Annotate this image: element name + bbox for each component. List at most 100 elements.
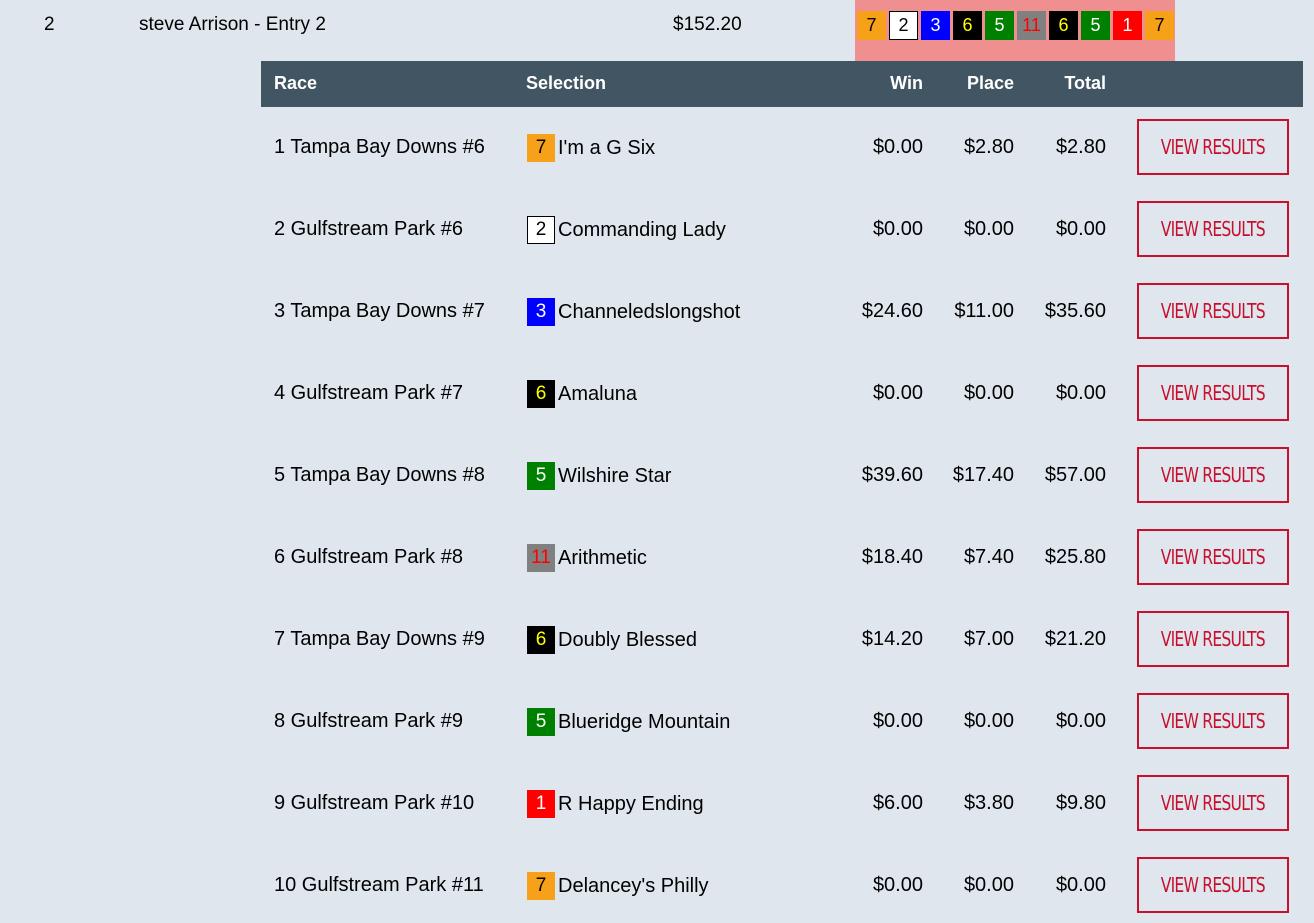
- view-results-button[interactable]: VIEW RESULTS: [1137, 447, 1289, 503]
- place-amount: $7.00: [963, 628, 1014, 650]
- horse-name: Amaluna: [558, 382, 637, 405]
- table-row: 1 Tampa Bay Downs #6 7 I'm a G Six $0.00 $2.…: [261, 107, 1303, 189]
- place-amount: $17.40: [952, 464, 1014, 486]
- table-row: 10 Gulfstream Park #11 7 Delancey's Philly…: [261, 845, 1303, 923]
- win-amount: $14.20: [861, 628, 923, 650]
- race-cell: 3 Tampa Bay Downs #7: [274, 300, 485, 322]
- view-results-button[interactable]: VIEW RESULTS: [1137, 529, 1289, 585]
- view-results-button[interactable]: VIEW RESULTS: [1137, 365, 1289, 421]
- saddle-cloth-badge: 11: [527, 544, 555, 572]
- selection-cell: 6 Doubly Blessed: [527, 626, 697, 654]
- horse-name: R Happy Ending: [558, 792, 704, 815]
- view-results-button[interactable]: VIEW RESULTS: [1137, 611, 1289, 667]
- view-results-label: VIEW RESULTS: [1160, 299, 1266, 323]
- total-amount: $35.60: [1044, 300, 1106, 322]
- table-row: 7 Tampa Bay Downs #9 6 Doubly Blessed $14.2…: [261, 599, 1303, 681]
- view-results-label: VIEW RESULTS: [1160, 381, 1266, 405]
- view-results-button[interactable]: VIEW RESULTS: [1137, 201, 1289, 257]
- race-cell: 7 Tampa Bay Downs #9: [274, 628, 485, 650]
- total-amount: $9.80: [1055, 792, 1106, 814]
- place-amount: $0.00: [963, 382, 1014, 404]
- race-cell: 4 Gulfstream Park #7: [274, 382, 463, 404]
- table-row: 8 Gulfstream Park #9 5 Blueridge Mountain $…: [261, 681, 1303, 763]
- win-amount: $0.00: [872, 218, 923, 240]
- place-amount: $7.40: [963, 546, 1014, 568]
- view-results-button[interactable]: VIEW RESULTS: [1137, 119, 1289, 175]
- saddle-cloth-badge: 11: [1017, 11, 1046, 40]
- horse-name: Arithmetic: [558, 546, 647, 569]
- saddle-cloth-badge: 3: [921, 11, 950, 40]
- race-cell: 8 Gulfstream Park #9: [274, 710, 463, 732]
- selection-cell: 11 Arithmetic: [527, 544, 647, 572]
- total-amount: $0.00: [1055, 710, 1106, 732]
- win-amount: $0.00: [872, 874, 923, 896]
- horse-name: Doubly Blessed: [558, 628, 697, 651]
- entry-summary-row[interactable]: 2 steve Arrison - Entry 2 $152.20 723651…: [0, 0, 1314, 61]
- horse-name: Commanding Lady: [558, 218, 726, 241]
- view-results-button[interactable]: VIEW RESULTS: [1137, 693, 1289, 749]
- place-amount: $2.80: [963, 136, 1014, 158]
- total-amount: $0.00: [1055, 218, 1106, 240]
- view-results-label: VIEW RESULTS: [1160, 217, 1266, 241]
- view-results-label: VIEW RESULTS: [1160, 709, 1266, 733]
- view-results-button[interactable]: VIEW RESULTS: [1137, 857, 1289, 913]
- total-amount: $0.00: [1055, 874, 1106, 896]
- selection-cell: 1R Happy Ending: [527, 790, 704, 818]
- win-amount: $24.60: [861, 300, 923, 322]
- header-total: Total: [1064, 73, 1106, 93]
- saddle-cloth-badge: 2: [527, 216, 555, 244]
- win-amount: $0.00: [872, 136, 923, 158]
- place-amount: $0.00: [963, 710, 1014, 732]
- saddle-cloth-badge: 1: [527, 790, 555, 818]
- table-row: 4 Gulfstream Park #7 6 Amaluna $0.00 $0.00 $0…: [261, 353, 1303, 435]
- win-amount: $39.60: [861, 464, 923, 486]
- horse-name: I'm a G Six: [558, 136, 656, 159]
- saddle-cloth-badge: 6: [953, 11, 982, 40]
- place-amount: $0.00: [963, 218, 1014, 240]
- race-cell: 1 Tampa Bay Downs #6: [274, 136, 485, 158]
- total-amount: $25.80: [1044, 546, 1106, 568]
- selection-cell: 3 Channeledslongshot: [527, 298, 740, 326]
- header-place: Place: [966, 73, 1014, 93]
- view-results-label: VIEW RESULTS: [1160, 135, 1266, 159]
- selection-cell: 2 Commanding Lady: [527, 216, 726, 244]
- header-race: Race: [274, 73, 318, 93]
- saddle-cloth-badge: 7: [857, 11, 886, 40]
- win-amount: $6.00: [872, 792, 923, 814]
- saddle-cloth-badge: 5: [985, 11, 1014, 40]
- selection-cell: 7 I'm a G Six: [527, 134, 655, 162]
- saddle-cloth-badge: 7: [527, 872, 555, 900]
- saddle-cloth-badge: 7: [1145, 11, 1174, 40]
- table-row: 9 Gulfstream Park #10 1 R Happy Ending $6.0…: [261, 763, 1303, 845]
- saddle-cloth-badge: 6: [1049, 11, 1078, 40]
- win-amount: $18.40: [861, 546, 923, 568]
- entry-rank: 2: [44, 14, 55, 35]
- total-amount: $21.20: [1044, 628, 1106, 650]
- total-amount: $0.00: [1055, 382, 1106, 404]
- place-amount: $0.00: [963, 874, 1014, 896]
- table-row: 6 Gulfstream Park #8 11 Arithmetic $18.40 $7…: [261, 517, 1303, 599]
- selection-cell: 6 Amaluna: [527, 380, 637, 408]
- results-table-body: 1 Tampa Bay Downs #6 7 I'm a G Six $0.00 $2.…: [261, 107, 1303, 923]
- race-cell: 6 Gulfstream Park #8: [274, 546, 463, 568]
- saddle-cloth-badge: 5: [527, 708, 555, 736]
- saddle-cloth-badge: 1: [1113, 11, 1142, 40]
- saddle-cloth-badge: 5: [1081, 11, 1110, 40]
- view-results-button[interactable]: VIEW RESULTS: [1137, 283, 1289, 339]
- place-amount: $3.80: [963, 792, 1014, 814]
- entry-name: steve Arrison - Entry 2: [139, 14, 326, 35]
- place-amount: $11.00: [954, 300, 1014, 322]
- leaderboard-page: 2 steve Arrison - Entry 2 $152.20 723651…: [0, 0, 1314, 923]
- table-row: 3 Tampa Bay Downs #7 3 Channeledslongshot $…: [261, 271, 1303, 353]
- horse-name: Blueridge Mountain: [558, 710, 731, 733]
- race-cell: 5 Tampa Bay Downs #8: [274, 464, 485, 486]
- view-results-label: VIEW RESULTS: [1160, 463, 1266, 487]
- total-amount: $2.80: [1055, 136, 1106, 158]
- horse-name: Delancey's Philly: [558, 874, 709, 897]
- horse-name: Wilshire Star: [558, 464, 672, 487]
- saddle-cloth-badge: 2: [889, 11, 918, 40]
- entry-total: $152.20: [673, 14, 742, 35]
- selection-cell: 7 Delancey's Philly: [527, 872, 709, 900]
- view-results-label: VIEW RESULTS: [1160, 791, 1266, 815]
- view-results-button[interactable]: VIEW RESULTS: [1137, 775, 1289, 831]
